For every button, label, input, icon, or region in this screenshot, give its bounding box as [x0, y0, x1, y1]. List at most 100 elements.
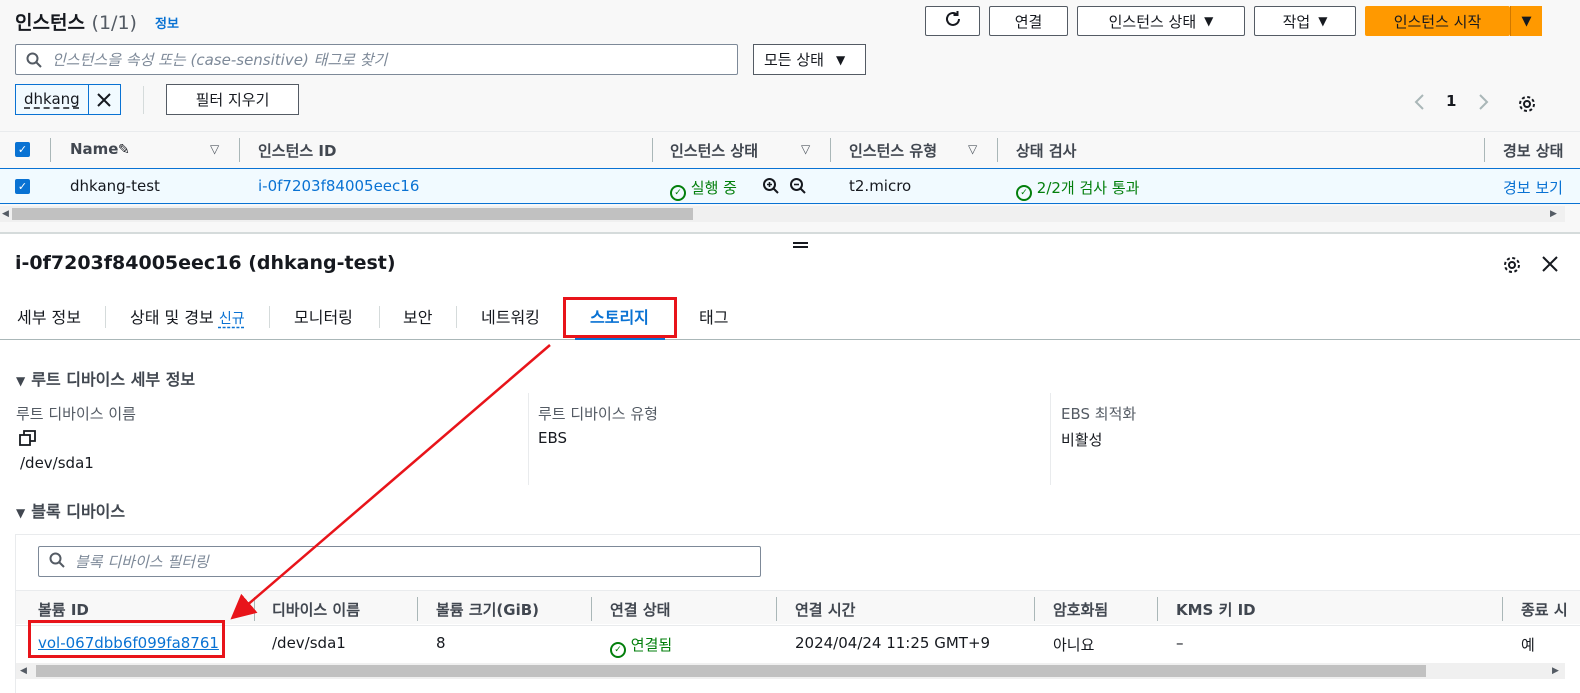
copy-icon[interactable]	[19, 430, 37, 450]
detail-tabs: 세부 정보 상태 및 경보 신규 모니터링 보안 네트워킹 스토리지 태그	[0, 296, 1580, 340]
actions-button[interactable]: 작업 ▼	[1254, 6, 1356, 36]
connect-button[interactable]: 연결	[989, 6, 1068, 36]
column-delete-on-termination[interactable]: 종료 시	[1521, 599, 1568, 620]
scrollbar-thumb[interactable]	[12, 208, 693, 220]
sort-icon[interactable]: ▽	[968, 142, 977, 156]
tab-networking[interactable]: 네트워킹	[481, 304, 540, 328]
panel-splitter[interactable]	[0, 232, 1580, 234]
column-attach-status[interactable]: 연결 상태	[610, 599, 670, 620]
column-divider	[830, 138, 831, 162]
column-divider	[254, 597, 255, 621]
root-device-section-header[interactable]: ▼ 루트 디바이스 세부 정보	[16, 366, 195, 390]
launch-dropdown-button[interactable]: ▼	[1510, 6, 1542, 36]
root-device-type-value: EBS	[538, 429, 568, 447]
scroll-right-icon[interactable]: ▶	[1550, 206, 1557, 222]
delete-on-termination-value: 예	[1521, 636, 1535, 654]
caret-down-icon: ▼	[1521, 13, 1532, 29]
zoom-out-icon[interactable]	[789, 177, 807, 199]
instance-search-input[interactable]: 인스턴스을 속성 또는 (case-sensitive) 태그로 찾기	[15, 44, 738, 75]
prev-page-icon[interactable]	[1413, 92, 1427, 116]
caret-down-icon: ▼	[16, 506, 26, 520]
check-circle-icon: ✓	[670, 185, 686, 201]
column-divider	[1502, 597, 1503, 621]
instance-id-link[interactable]: i-0f7203f84005eec16	[258, 177, 419, 195]
column-device-name[interactable]: 디바이스 이름	[272, 599, 360, 620]
view-alarms-link[interactable]: 경보 보기	[1503, 177, 1563, 198]
column-divider	[1034, 597, 1035, 621]
actions-label: 작업	[1282, 12, 1311, 31]
horizontal-scrollbar[interactable]: ◀ ▶	[0, 206, 1565, 222]
tab-security[interactable]: 보안	[403, 304, 432, 328]
close-icon[interactable]	[1542, 256, 1558, 276]
tab-monitoring[interactable]: 모니터링	[294, 304, 353, 328]
block-device-filter-input[interactable]: 블록 디바이스 필터링	[38, 546, 761, 577]
column-kms-key-id[interactable]: KMS 키 ID	[1176, 599, 1256, 620]
root-device-name-label: 루트 디바이스 이름	[16, 405, 136, 423]
tab-divider	[105, 306, 106, 328]
column-divider	[776, 597, 777, 621]
clear-filters-label: 필터 지우기	[195, 91, 270, 109]
refresh-button[interactable]	[925, 6, 980, 36]
column-attach-time[interactable]: 연결 시간	[795, 599, 855, 620]
root-device-type-label: 루트 디바이스 유형	[538, 405, 658, 423]
tab-divider	[456, 306, 457, 328]
column-divider	[1157, 597, 1158, 621]
divider	[143, 86, 144, 114]
row-checkbox[interactable]: ✓	[15, 179, 30, 194]
column-instance-state[interactable]: 인스턴스 상태	[670, 140, 758, 161]
instance-state-label: 인스턴스 상태	[1108, 12, 1197, 31]
column-volume-id[interactable]: 볼륨 ID	[38, 599, 89, 620]
clear-filters-button[interactable]: 필터 지우기	[166, 84, 299, 115]
status-check: ✓ 2/2개 검사 통과	[1016, 177, 1139, 201]
tab-divider	[269, 306, 270, 328]
tab-tags[interactable]: 태그	[699, 304, 728, 328]
column-alarm-status[interactable]: 경보 상태	[1503, 140, 1563, 161]
scroll-left-icon[interactable]: ◀	[2, 206, 9, 222]
tab-details[interactable]: 세부 정보	[17, 304, 81, 328]
gear-icon[interactable]	[1517, 94, 1537, 118]
volume-id-highlight	[28, 620, 225, 658]
column-divider	[528, 393, 529, 485]
check-circle-icon: ✓	[610, 642, 626, 658]
storage-tab-highlight	[563, 297, 677, 338]
sort-icon[interactable]: ▽	[801, 142, 810, 156]
scroll-right-icon[interactable]: ▶	[1552, 663, 1559, 679]
block-devices-section-header[interactable]: ▼ 블록 디바이스	[16, 498, 125, 522]
scroll-left-icon[interactable]: ◀	[20, 663, 27, 679]
instances-table-header: ✓ Name ✎ ▽ 인스턴스 ID 인스턴스 상태 ▽ 인스턴스 유형 ▽ 상…	[0, 131, 1580, 167]
next-page-icon[interactable]	[1476, 92, 1490, 116]
instance-state-text: 실행 중	[690, 179, 737, 197]
device-name: /dev/sda1	[272, 634, 346, 652]
info-link[interactable]: 정보	[155, 13, 179, 32]
instance-type: t2.micro	[849, 177, 912, 195]
tab-status-alarms-label: 상태 및 경보	[130, 308, 214, 327]
volume-size: 8	[436, 634, 446, 652]
tab-status-alarms[interactable]: 상태 및 경보 신규	[130, 304, 245, 328]
page-number[interactable]: 1	[1446, 92, 1456, 110]
scrollbar-thumb[interactable]	[36, 665, 1426, 677]
sort-icon[interactable]: ▽	[210, 142, 219, 156]
column-name[interactable]: Name	[70, 140, 118, 158]
column-status-check[interactable]: 상태 검사	[1016, 140, 1076, 161]
select-all-checkbox[interactable]: ✓	[15, 142, 30, 157]
block-table-header: 볼륨 ID 디바이스 이름 볼륨 크기(GiB) 연결 상태 연결 시간 암호화…	[16, 590, 1580, 624]
block-horizontal-scrollbar[interactable]: ◀ ▶	[16, 663, 1565, 679]
block-search-placeholder: 블록 디바이스 필터링	[75, 553, 209, 571]
column-encrypted[interactable]: 암호화됨	[1053, 599, 1108, 620]
state-filter-select[interactable]: 모든 상태 ▼	[753, 44, 866, 75]
column-volume-size[interactable]: 볼륨 크기(GiB)	[436, 599, 539, 620]
encrypted-value: 아니요	[1053, 636, 1095, 654]
table-row: vol-067dbb6f099fa8761 /dev/sda1 8 ✓ 연결됨 …	[16, 625, 1580, 661]
gear-icon[interactable]	[1502, 255, 1522, 279]
close-icon[interactable]	[89, 85, 120, 114]
zoom-in-icon[interactable]	[762, 177, 780, 199]
launch-instances-button[interactable]: 인스턴스 시작	[1365, 6, 1510, 36]
column-instance-type[interactable]: 인스턴스 유형	[849, 140, 937, 161]
instance-state-button[interactable]: 인스턴스 상태 ▼	[1077, 6, 1245, 36]
column-divider	[997, 138, 998, 162]
table-row[interactable]: ✓ dhkang-test i-0f7203f84005eec16 ✓ 실행 중…	[0, 168, 1580, 204]
instance-count: (1/1)	[91, 12, 137, 34]
drag-handle-icon[interactable]	[793, 236, 808, 254]
column-instance-id[interactable]: 인스턴스 ID	[258, 140, 336, 161]
instances-panel: 인스턴스 (1/1) 정보 연결 인스턴스 상태 ▼ 작업 ▼ 인스턴스 시작 …	[0, 0, 1580, 232]
